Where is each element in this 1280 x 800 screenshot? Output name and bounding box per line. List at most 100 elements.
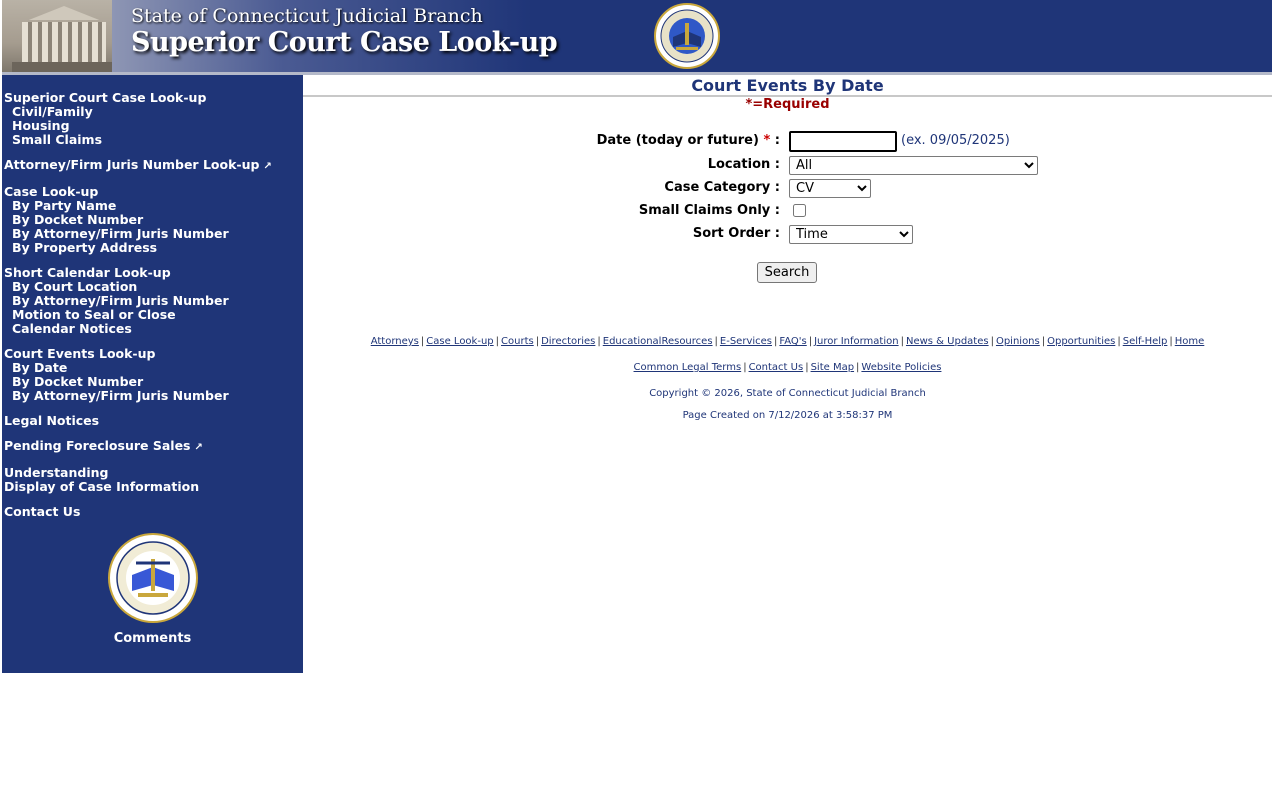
date-example-hint: (ex. 09/05/2025) <box>901 133 1010 148</box>
header-branch-name: State of Connecticut Judicial Branch <box>131 5 483 27</box>
case-category-row: Case Category : CV <box>303 177 1272 199</box>
nav-events-by-attorney-firm-juris[interactable]: By Attorney/Firm Juris Number <box>4 389 303 403</box>
external-link-icon: ↗ <box>263 161 272 172</box>
footer-links-primary: Attorneys | Case Look-up | Courts | Directorie… <box>303 336 1272 348</box>
footer-separator: | <box>805 362 809 373</box>
small-claims-checkbox[interactable] <box>793 204 806 217</box>
footer-link-common-legal-terms[interactable]: Common Legal Terms <box>634 362 742 373</box>
footer-separator: | <box>743 362 747 373</box>
nav-by-party-name[interactable]: By Party Name <box>4 199 303 213</box>
nav-events-by-docket-number[interactable]: By Docket Number <box>4 375 303 389</box>
footer-link-e-services[interactable]: E-Services <box>720 336 772 347</box>
nav-by-docket-number[interactable]: By Docket Number <box>4 213 303 227</box>
required-star: * <box>763 133 771 148</box>
nav-housing[interactable]: Housing <box>4 119 303 133</box>
nav-group-attorney-firm: Attorney/Firm Juris Number Look-up ↗ <box>2 158 303 174</box>
footer-link-faq-s[interactable]: FAQ's <box>779 336 806 347</box>
footer-separator: | <box>900 336 904 347</box>
footer-separator: | <box>774 336 778 347</box>
required-note: *=Required <box>745 97 830 112</box>
nav-group-short-calendar: Short Calendar Look-up By Court Location… <box>2 266 303 336</box>
nav-court-events-lookup[interactable]: Court Events Look-up <box>4 347 303 361</box>
nav-calendar-notices[interactable]: Calendar Notices <box>4 322 303 336</box>
sidebar-nav: Superior Court Case Look-up Civil/Family… <box>2 75 303 673</box>
nav-events-by-date[interactable]: By Date <box>4 361 303 375</box>
footer-links-secondary: Common Legal Terms | Contact Us | Site Map | W… <box>303 362 1272 374</box>
nav-civil-family[interactable]: Civil/Family <box>4 105 303 119</box>
nav-by-court-location[interactable]: By Court Location <box>4 280 303 294</box>
footer-separator: | <box>714 336 718 347</box>
footer-link-opinions[interactable]: Opinions <box>996 336 1040 347</box>
nav-motion-to-seal[interactable]: Motion to Seal or Close <box>4 308 303 322</box>
footer-link-home[interactable]: Home <box>1175 336 1205 347</box>
footer-link-website-policies[interactable]: Website Policies <box>861 362 941 373</box>
nav-case-lookup[interactable]: Case Look-up <box>4 185 303 199</box>
footer-link-directories[interactable]: Directories <box>541 336 595 347</box>
footer-separator: | <box>420 336 425 347</box>
nav-group-understanding: Understanding Display of Case Informatio… <box>2 466 303 494</box>
small-claims-row: Small Claims Only : <box>303 200 1272 222</box>
footer-link-self-help[interactable]: Self-Help <box>1123 336 1168 347</box>
nav-group-superior-court: Superior Court Case Look-up Civil/Family… <box>2 91 303 147</box>
footer-link-educationalresources[interactable]: EducationalResources <box>603 336 713 347</box>
date-row: Date (today or future) * : (ex. 09/05/20… <box>303 130 1272 152</box>
nav-group-foreclosure: Pending Foreclosure Sales ↗ <box>2 439 303 455</box>
nav-group-case-lookup: Case Look-up By Party Name By Docket Num… <box>2 185 303 255</box>
nav-group-legal-notices: Legal Notices <box>2 414 303 428</box>
footer-link-juror-information[interactable]: Juror Information <box>814 336 898 347</box>
footer-separator: | <box>1169 336 1173 347</box>
location-label: Location : <box>707 157 780 172</box>
nav-by-attorney-firm-juris[interactable]: By Attorney/Firm Juris Number <box>4 227 303 241</box>
nav-short-calendar-lookup[interactable]: Short Calendar Look-up <box>4 266 303 280</box>
nav-understanding[interactable]: Understanding <box>4 466 303 480</box>
page-title: Court Events By Date <box>691 76 884 95</box>
case-category-select[interactable]: CV <box>789 179 871 198</box>
date-label: Date (today or future) * : <box>597 133 780 148</box>
page-created-text: Page Created on 7/12/2026 at 3:58:37 PM <box>682 410 893 421</box>
sort-order-label: Sort Order : <box>692 226 780 241</box>
case-category-label: Case Category : <box>664 180 780 195</box>
footer-separator: | <box>495 336 500 347</box>
nav-pending-foreclosure-sales[interactable]: Pending Foreclosure Sales ↗ <box>4 439 303 455</box>
judicial-seal-icon <box>107 533 198 623</box>
footer-link-opportunities[interactable]: Opportunities <box>1047 336 1115 347</box>
judicial-seal-icon <box>654 3 720 69</box>
footer-link-case-look-up[interactable]: Case Look-up <box>426 336 493 347</box>
footer-link-news-updates[interactable]: News & Updates <box>906 336 989 347</box>
site-header: State of Connecticut Judicial Branch Sup… <box>2 0 1272 72</box>
footer-separator: | <box>990 336 994 347</box>
footer-link-attorneys[interactable]: Attorneys <box>371 336 419 347</box>
nav-pending-foreclosure-sales-label: Pending Foreclosure Sales <box>4 438 191 453</box>
footer-link-contact-us[interactable]: Contact Us <box>749 362 804 373</box>
footer-separator: | <box>597 336 601 347</box>
footer-separator: | <box>535 336 540 347</box>
location-select[interactable]: All <box>789 156 1038 175</box>
nav-display-case-info[interactable]: Display of Case Information <box>4 480 303 494</box>
footer-link-courts[interactable]: Courts <box>501 336 534 347</box>
sort-order-select[interactable]: Time <box>789 225 913 244</box>
small-claims-label: Small Claims Only : <box>638 203 780 218</box>
nav-by-property-address[interactable]: By Property Address <box>4 241 303 255</box>
nav-contact-us[interactable]: Contact Us <box>4 505 303 519</box>
nav-group-contact: Contact Us <box>2 505 303 519</box>
nav-attorney-firm-juris-lookup[interactable]: Attorney/Firm Juris Number Look-up ↗ <box>4 158 303 174</box>
date-label-colon: : <box>774 133 780 148</box>
nav-group-court-events: Court Events Look-up By Date By Docket N… <box>2 347 303 403</box>
footer-separator: | <box>1041 336 1046 347</box>
date-label-text: Date (today or future) <box>596 133 759 148</box>
nav-attorney-firm-juris-lookup-label: Attorney/Firm Juris Number Look-up <box>4 157 260 172</box>
nav-short-cal-by-attorney-firm-juris[interactable]: By Attorney/Firm Juris Number <box>4 294 303 308</box>
external-link-icon: ↗ <box>194 442 203 453</box>
main-content: Court Events By Date *=Required Date (to… <box>303 75 1272 675</box>
footer-link-site-map[interactable]: Site Map <box>811 362 854 373</box>
header-site-title: Superior Court Case Look-up <box>131 27 558 58</box>
footer-separator: | <box>856 362 860 373</box>
date-input[interactable] <box>789 131 897 152</box>
nav-superior-court-case-lookup[interactable]: Superior Court Case Look-up <box>4 91 303 105</box>
comments-link[interactable]: Comments <box>2 632 303 646</box>
nav-small-claims[interactable]: Small Claims <box>4 133 303 147</box>
nav-legal-notices[interactable]: Legal Notices <box>4 414 303 428</box>
footer-separator: | <box>808 336 813 347</box>
location-row: Location : All <box>303 154 1272 176</box>
search-button[interactable]: Search <box>757 262 817 283</box>
